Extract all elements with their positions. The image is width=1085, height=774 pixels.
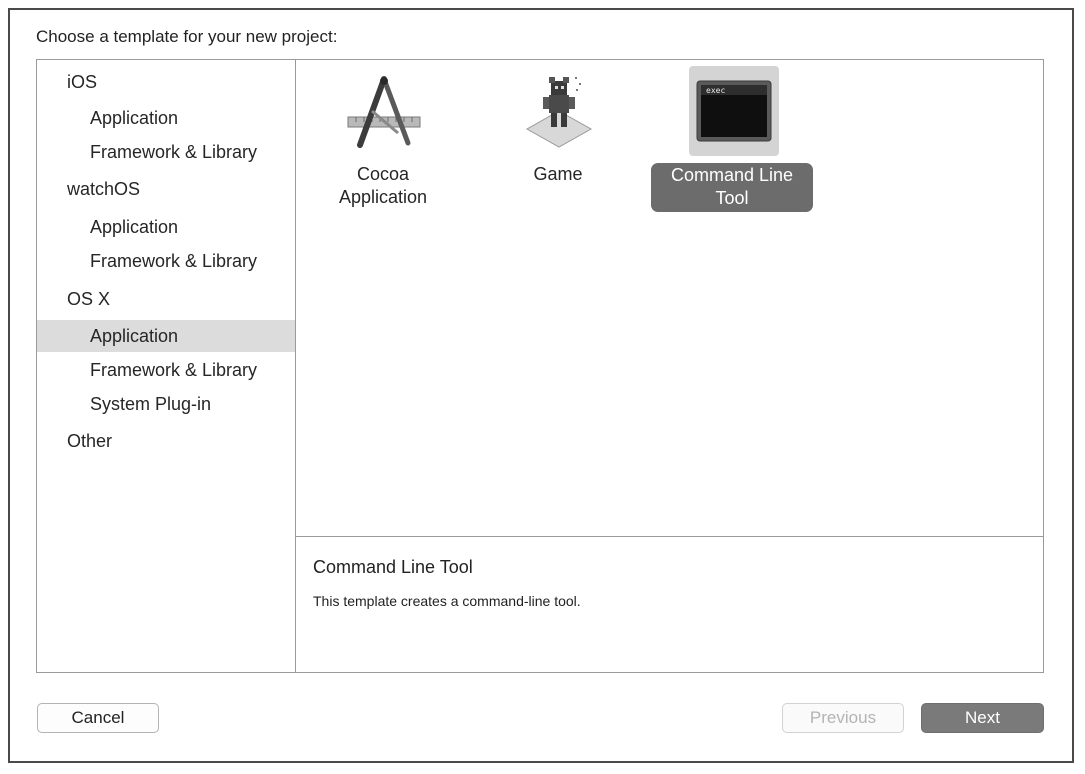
template-label-selected: Command Line Tool <box>651 163 813 212</box>
terminal-exec-icon: exec <box>689 66 779 156</box>
template-label-line1: Command Line <box>670 165 794 185</box>
exec-icon-text: exec <box>706 86 725 95</box>
cocoa-app-icon <box>339 66 429 156</box>
sidebar-item-osx-application[interactable]: Application <box>37 320 295 352</box>
template-label: Cocoa Application <box>298 163 468 209</box>
description-text: This template creates a command-line too… <box>313 593 581 609</box>
dialog-heading: Choose a template for your new project: <box>36 27 338 46</box>
sidebar-item-osx-system-plugin[interactable]: System Plug-in <box>37 388 295 420</box>
template-label: Game <box>473 163 643 186</box>
sidebar-item-watchos-framework-library[interactable]: Framework & Library <box>37 245 295 277</box>
template-cocoa-application[interactable]: Cocoa Application <box>298 66 468 216</box>
template-chooser-panel: iOS Application Framework & Library watc… <box>36 59 1044 673</box>
sidebar-item-ios-framework-library[interactable]: Framework & Library <box>37 136 295 168</box>
sidebar-item-watchos-application[interactable]: Application <box>37 211 295 243</box>
sidebar-section-osx[interactable]: OS X <box>37 283 295 315</box>
previous-button[interactable]: Previous <box>782 703 904 733</box>
template-label-line2: Tool <box>715 188 749 208</box>
sidebar-section-other[interactable]: Other <box>37 425 295 457</box>
template-description-pane: Command Line Tool This template creates … <box>296 536 1043 672</box>
sidebar-item-ios-application[interactable]: Application <box>37 102 295 134</box>
sidebar-item-osx-framework-library[interactable]: Framework & Library <box>37 354 295 386</box>
game-icon <box>514 66 604 156</box>
template-label-line1: Game <box>533 164 583 184</box>
sidebar-section-watchos[interactable]: watchOS <box>37 173 295 205</box>
template-label-line2: Application <box>338 187 428 207</box>
cancel-button[interactable]: Cancel <box>37 703 159 733</box>
template-label-line1: Cocoa <box>356 164 410 184</box>
template-command-line-tool[interactable]: exec Command Line Tool <box>648 66 818 216</box>
template-game[interactable]: Game <box>473 66 643 216</box>
sidebar-section-ios[interactable]: iOS <box>37 66 295 98</box>
description-title: Command Line Tool <box>313 557 473 577</box>
template-grid: Cocoa Application Game exec Command Line… <box>296 60 1043 536</box>
platform-sidebar: iOS Application Framework & Library watc… <box>37 60 296 672</box>
next-button[interactable]: Next <box>921 703 1044 733</box>
